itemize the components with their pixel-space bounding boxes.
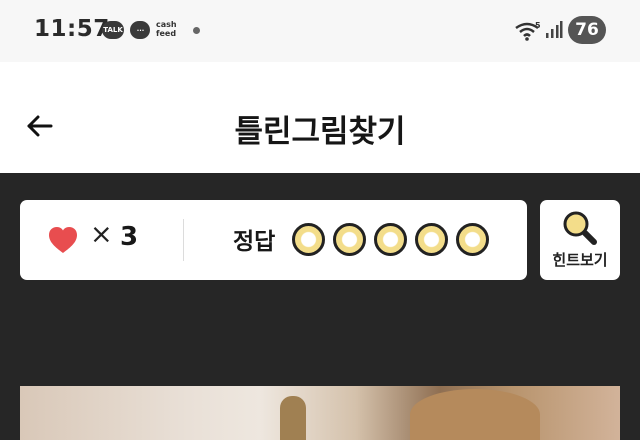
answer-slot-3	[374, 223, 407, 256]
answer-slots	[292, 223, 489, 256]
cashfeed-notification-icon: cash feed	[156, 20, 184, 42]
score-panel: × 3 정답	[20, 200, 527, 280]
answer-slot-2	[333, 223, 366, 256]
answer-label: 정답	[233, 229, 276, 255]
cashfeed-line-2: feed	[156, 29, 177, 38]
lives-count: 3	[120, 222, 139, 252]
answer-slot-1	[292, 223, 325, 256]
times-icon: ×	[90, 219, 113, 250]
cashfeed-line-1: cash	[156, 20, 177, 29]
phone-screen: 11:57 TALK ... cash feed 5 76 틀린그림찾기 × 3…	[0, 0, 640, 440]
chat-notification-icon: ...	[130, 21, 150, 39]
app-header: 틀린그림찾기	[0, 62, 640, 173]
talk-notification-icon: TALK	[102, 21, 124, 39]
hint-button[interactable]: 힌트보기	[540, 200, 620, 280]
signal-icon	[546, 21, 563, 38]
magnifier-icon	[563, 211, 597, 245]
answer-slot-5	[456, 223, 489, 256]
page-title: 틀린그림찾기	[234, 114, 406, 150]
more-notifications-dot-icon	[193, 27, 200, 34]
wifi-badge: 5	[535, 21, 541, 30]
battery-level-badge: 76	[568, 16, 606, 44]
panel-divider	[183, 219, 184, 261]
answer-slot-4	[415, 223, 448, 256]
wifi-icon: 5	[515, 21, 541, 41]
heart-icon	[49, 227, 77, 253]
game-area: × 3 정답 힌트보기	[0, 173, 640, 440]
status-bar: 11:57 TALK ... cash feed 5 76	[0, 0, 640, 62]
status-time: 11:57	[34, 16, 110, 42]
puzzle-image[interactable]	[20, 386, 620, 440]
hint-label: 힌트보기	[552, 251, 608, 269]
